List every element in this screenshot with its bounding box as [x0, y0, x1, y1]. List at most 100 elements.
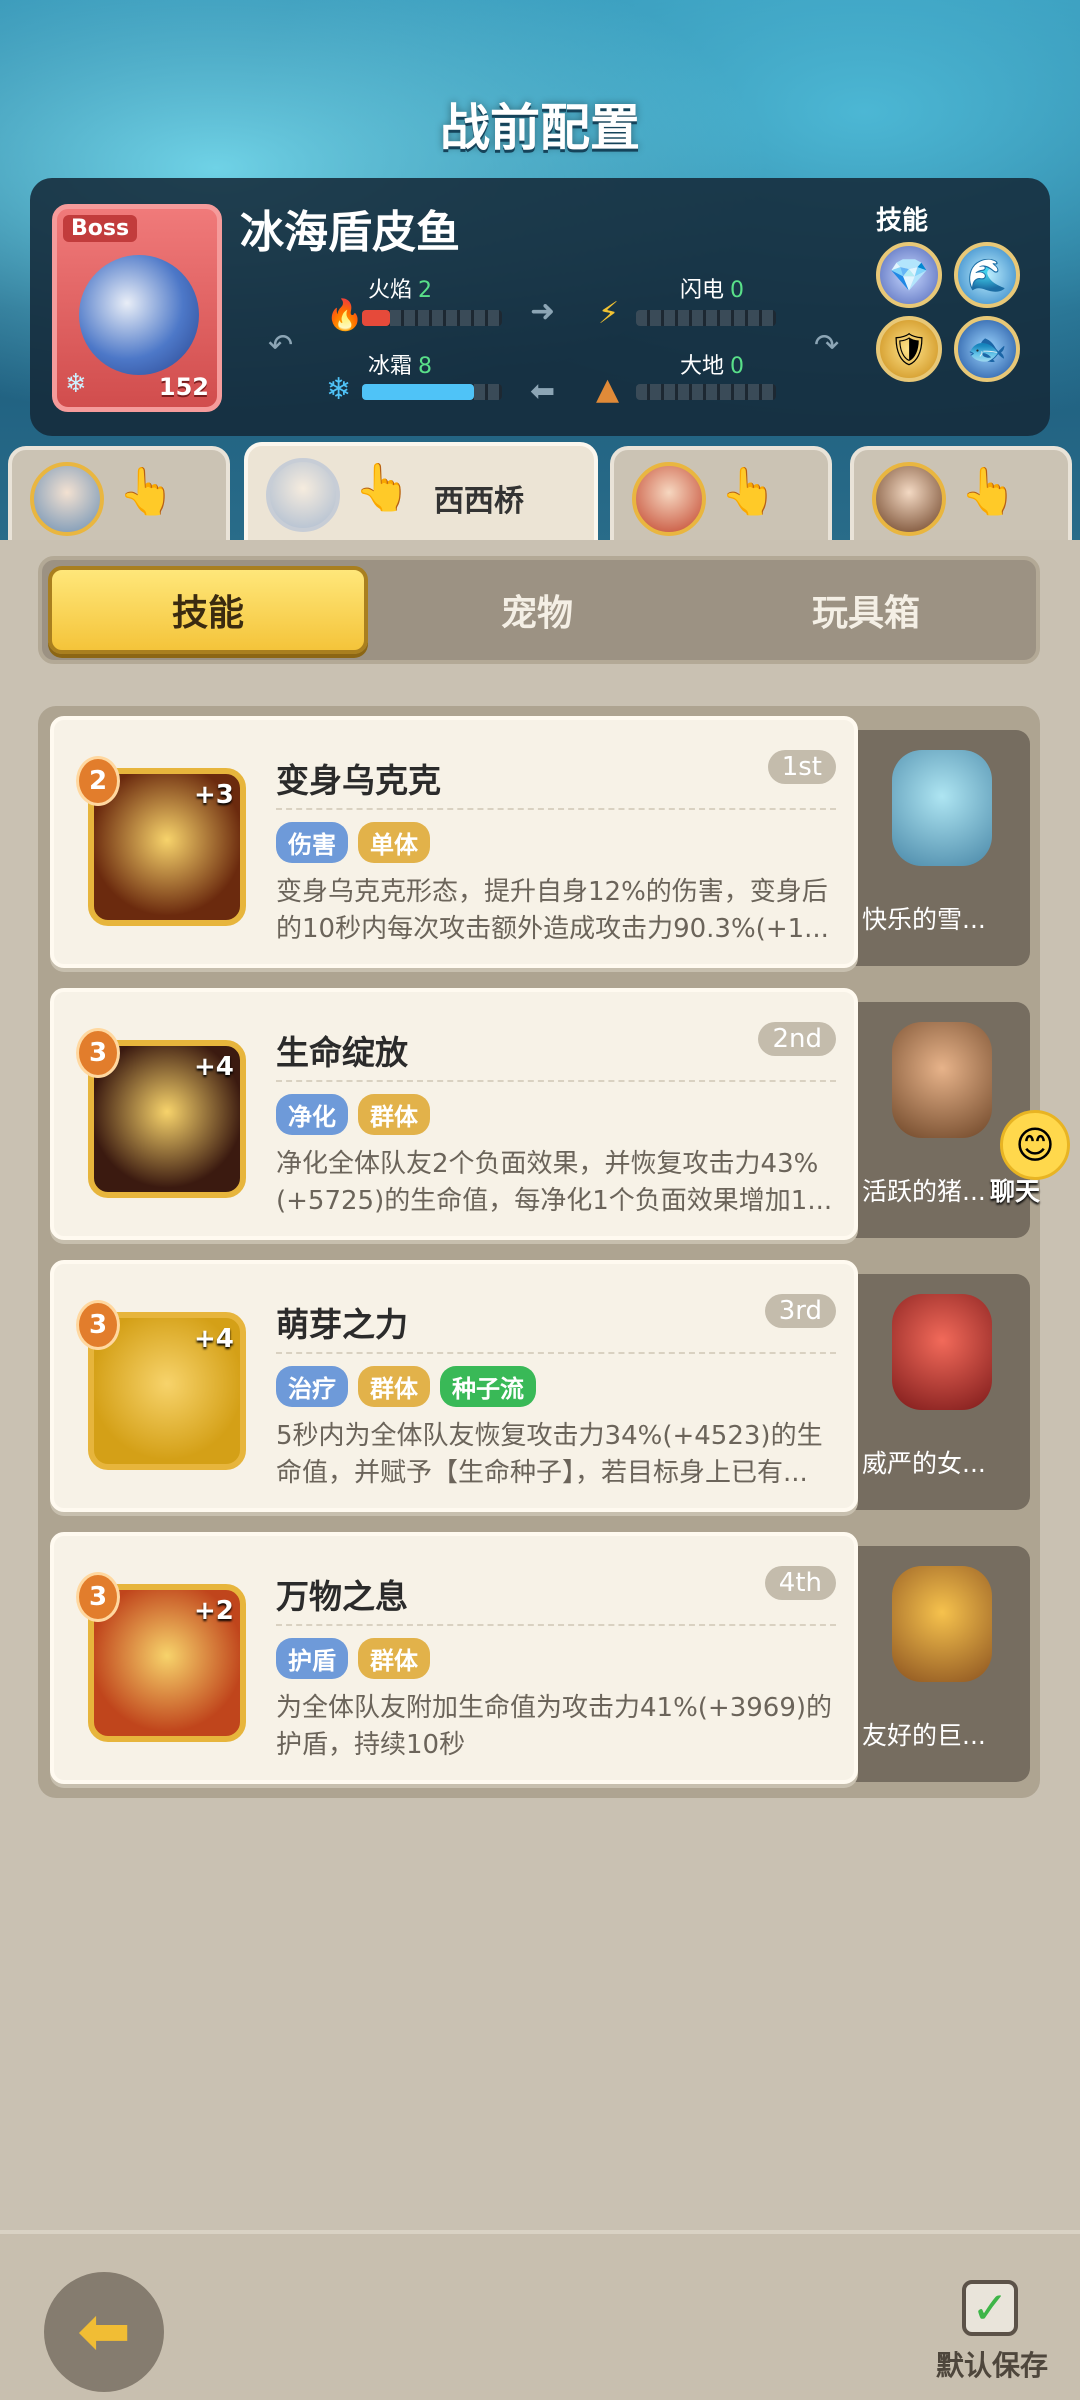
attr-ice-value: 8 [418, 354, 433, 379]
skill-card[interactable]: 3 +4 生命绽放 2nd 净化 群体 净化全体队友2个负面效果，并恢复攻击力4… [50, 988, 858, 1240]
attr-ice-label: 冰霜 [368, 354, 413, 379]
skill-plus: +4 [194, 1324, 234, 1354]
attr-earth: 大地 0 [680, 348, 744, 380]
skill-card[interactable]: 2 +3 变身乌克克 1st 伤害 单体 变身乌克克形态，提升自身12%的伤害，… [50, 716, 858, 968]
hero-tab-3[interactable]: 👆 [610, 446, 832, 546]
crystal-skill-icon[interactable]: 💎 [876, 242, 942, 308]
chat-label[interactable]: 聊天 [990, 1172, 1040, 1208]
attr-lightning-bar [636, 310, 776, 326]
skill-row: 友好的巨... 3 +2 万物之息 4th 护盾 群体 为全体队友附加生命值为攻… [50, 1532, 1030, 1784]
default-save-label[interactable]: 默认保存 [936, 2344, 1048, 2384]
tab-pets[interactable]: 宠物 [382, 566, 692, 654]
boss-name: 冰海盾皮鱼 [240, 207, 460, 258]
hand-icon: 👆 [960, 464, 1018, 518]
boss-portrait-card[interactable]: Boss ❄ 152 [52, 204, 222, 412]
attr-earth-label: 大地 [680, 354, 725, 379]
skill-tag: 群体 [358, 1094, 430, 1135]
skill-row: 威严的女... 3 +4 萌芽之力 3rd 治疗 群体 种子流 5秒内为全体队友… [50, 1260, 1030, 1512]
divider [276, 808, 836, 810]
skill-order-badge: 2nd [758, 1022, 836, 1056]
skill-card[interactable]: 3 +4 萌芽之力 3rd 治疗 群体 种子流 5秒内为全体队友恢复攻击力34%… [50, 1260, 858, 1512]
skill-plus: +4 [194, 1052, 234, 1082]
hand-icon: 👆 [354, 460, 412, 514]
skill-tag: 伤害 [276, 822, 348, 863]
cycle-arrow-icon: ⬅ [530, 374, 556, 409]
attr-lightning-label: 闪电 [680, 278, 725, 303]
attr-ice-bar [362, 384, 502, 400]
pet-name: 威严的女... [862, 1449, 986, 1478]
skill-level-badge: 3 [76, 1572, 120, 1622]
boss-info-panel: Boss ❄ 152 冰海盾皮鱼 火焰 2 🔥 闪电 0 ⚡ 冰霜 8 ❄ 大地 0 ▲… [30, 178, 1050, 436]
back-button[interactable]: ⬅ [44, 2272, 164, 2392]
hero-tab-2[interactable]: 👆 西西桥 [244, 442, 598, 546]
skill-description: 变身乌克克形态，提升自身12%的伤害，变身后的10秒内每次攻击额外造成攻击力90… [276, 877, 829, 944]
attr-lightning-value: 0 [730, 278, 745, 303]
skill-plus: +3 [194, 780, 234, 810]
frost-icon: ❄ [326, 372, 352, 407]
bottom-bar: ⬅ ✓ 默认保存 [0, 2230, 1080, 2400]
attr-earth-value: 0 [730, 354, 745, 379]
attr-fire-value: 2 [418, 278, 433, 303]
skill-title: 变身乌克克 [276, 761, 441, 800]
skill-title: 万物之息 [276, 1577, 408, 1616]
attr-lightning: 闪电 0 [680, 272, 744, 304]
skill-description: 净化全体队友2个负面效果，并恢复攻击力43%(+5725)的生命值，每净化1个负… [276, 1149, 833, 1216]
pet-slot[interactable]: 友好的巨... [850, 1546, 1030, 1782]
earth-icon: ▲ [596, 372, 620, 407]
cycle-arrow-icon: ↷ [814, 328, 840, 363]
skill-level-badge: 2 [76, 756, 120, 806]
skill-tag: 护盾 [276, 1638, 348, 1679]
category-tabs: 技能 宠物 玩具箱 [38, 556, 1040, 664]
ice-wave-skill-icon[interactable]: 🌊 [954, 242, 1020, 308]
skill-tag: 群体 [358, 1638, 430, 1679]
skill-tags: 净化 群体 [276, 1094, 430, 1135]
default-save-checkbox[interactable]: ✓ [962, 2280, 1018, 2336]
boss-skills-label: 技能 [876, 206, 929, 236]
hero-tab-4[interactable]: 👆 [850, 446, 1072, 546]
hero-avatar [30, 462, 104, 536]
tab-toybox[interactable]: 玩具箱 [706, 566, 1026, 654]
hero-tabs: 👆 👆 西西桥 👆 👆 [0, 442, 1080, 546]
skill-plus: +2 [194, 1596, 234, 1626]
pet-image [892, 750, 992, 866]
divider [276, 1080, 836, 1082]
skill-order-badge: 4th [764, 1566, 836, 1600]
skill-order-badge: 3rd [764, 1294, 836, 1328]
cycle-arrow-icon: ➜ [530, 294, 556, 329]
skill-row: 活跃的猪... 3 +4 生命绽放 2nd 净化 群体 净化全体队友2个负面效果… [50, 988, 1030, 1240]
snowflake-icon: ❄ [65, 369, 87, 399]
fire-icon: 🔥 [326, 298, 364, 333]
hero-avatar [632, 462, 706, 536]
skill-title: 生命绽放 [276, 1033, 408, 1072]
skill-level-badge: 3 [76, 1028, 120, 1078]
page-title: 战前配置 [440, 99, 640, 157]
attr-ice: 冰霜 8 [368, 348, 432, 380]
skill-card[interactable]: 3 +2 万物之息 4th 护盾 群体 为全体队友附加生命值为攻击力41%(+3… [50, 1532, 858, 1784]
pet-image [892, 1566, 992, 1682]
attr-fire-label: 火焰 [368, 278, 413, 303]
skill-row: 快乐的雪... 2 +3 变身乌克克 1st 伤害 单体 变身乌克克形态，提升自… [50, 716, 1030, 968]
divider [276, 1624, 836, 1626]
skill-tag: 群体 [358, 1366, 430, 1407]
boss-tag: Boss [63, 215, 138, 242]
skill-tag: 单体 [358, 822, 430, 863]
cycle-arrow-icon: ↶ [268, 328, 294, 363]
hero-tab-1[interactable]: 👆 [8, 446, 230, 546]
pet-image [892, 1022, 992, 1138]
boss-level: 152 [158, 373, 209, 401]
skill-tag: 种子流 [440, 1366, 536, 1407]
shield-skill-icon[interactable]: 🛡 [876, 316, 942, 382]
pet-image [892, 1294, 992, 1410]
skill-description: 5秒内为全体队友恢复攻击力34%(+4523)的生命值，并赋予【生命种子】，若目… [276, 1421, 823, 1488]
skill-tags: 治疗 群体 种子流 [276, 1366, 536, 1407]
tab-skills[interactable]: 技能 [48, 566, 368, 654]
attr-fire-bar [362, 310, 502, 326]
skill-tag: 治疗 [276, 1366, 348, 1407]
skill-level-badge: 3 [76, 1300, 120, 1350]
hand-icon: 👆 [720, 464, 778, 518]
hero-avatar [872, 462, 946, 536]
pet-slot[interactable]: 快乐的雪... [850, 730, 1030, 966]
pet-slot[interactable]: 威严的女... [850, 1274, 1030, 1510]
fish-skill-icon[interactable]: 🐟 [954, 316, 1020, 382]
chat-face-icon[interactable]: 😊 [1000, 1110, 1070, 1180]
